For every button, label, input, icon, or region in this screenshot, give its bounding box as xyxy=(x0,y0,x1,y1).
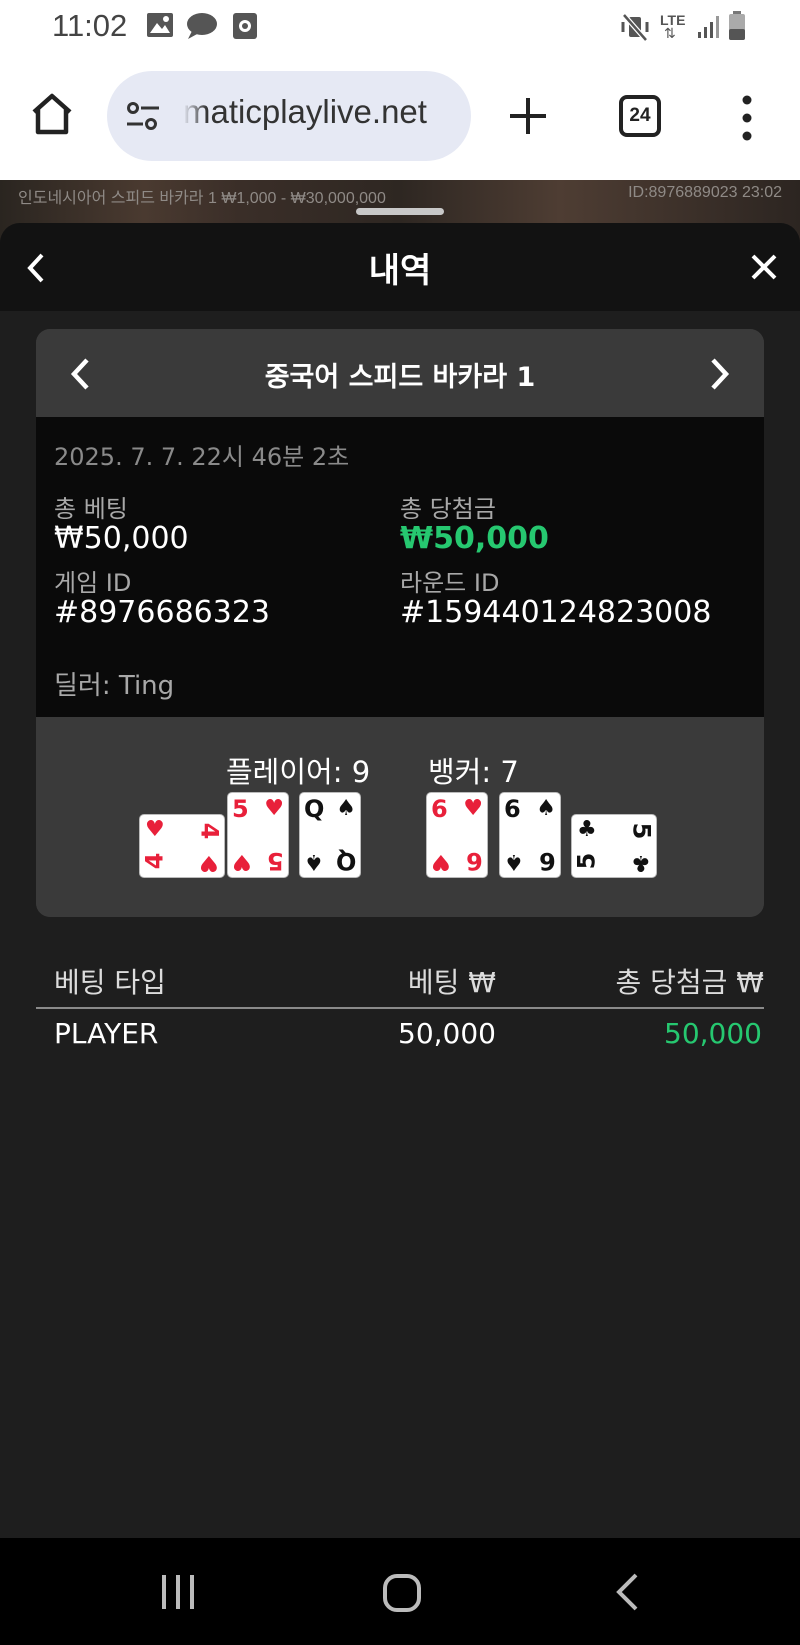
more-options-icon[interactable] xyxy=(735,94,759,142)
url-text: maticplaylive.net xyxy=(183,93,427,130)
card-suit: ♠ xyxy=(504,849,524,874)
player-card-2: 5 ♥ ♥ 5 xyxy=(228,793,288,877)
system-nav-bar xyxy=(0,1538,800,1645)
round-datetime: 2025. 7. 7. 22시 46분 2초 xyxy=(54,443,350,471)
card-rank: Q xyxy=(304,795,325,823)
card-rank: 5 xyxy=(232,795,249,823)
card-suit: ♥ xyxy=(232,849,252,874)
status-bar: 11:02 LTE ⇅ xyxy=(0,0,800,56)
card-rank: 4 xyxy=(195,822,224,840)
bets-table: 베팅 타입 베팅 ₩ 총 당첨금 ₩ PLAYER 50,000 50,000 xyxy=(36,961,764,1063)
browser-toolbar: maticplaylive.net 24 xyxy=(0,56,800,180)
card-rank: 6 xyxy=(466,847,483,875)
recent-apps-icon[interactable] xyxy=(158,1572,198,1612)
home-button-icon[interactable] xyxy=(381,1572,423,1614)
site-settings-icon[interactable] xyxy=(125,99,161,133)
round-card: 중국어 스피드 바카라 1 2025. 7. 7. 22시 46분 2초 총 베… xyxy=(36,329,764,917)
card-suit: ♠ xyxy=(304,849,324,874)
round-title: 중국어 스피드 바카라 1 xyxy=(264,362,536,393)
bet-type-cell: PLAYER xyxy=(54,1017,159,1050)
card-rank: Q xyxy=(335,847,356,875)
next-round-icon[interactable] xyxy=(708,357,732,391)
bets-table-header: 베팅 타입 베팅 ₩ 총 당첨금 ₩ xyxy=(36,961,764,1009)
sheet-header: 내역 xyxy=(0,223,800,311)
sheet-title: 내역 xyxy=(368,251,432,291)
card-suit: ♣ xyxy=(577,817,597,842)
player-card-3: Q ♠ ♠ Q xyxy=(300,793,360,877)
round-id-value: #159440124823008 xyxy=(400,595,712,630)
history-sheet: 내역 중국어 스피드 바카라 1 2025. 7. 7. 22시 46분 2초 … xyxy=(0,223,800,1538)
win-amount-header: 총 당첨금 ₩ xyxy=(615,966,764,999)
url-fade xyxy=(183,81,207,151)
game-id-value: #8976686323 xyxy=(54,595,271,630)
round-card-header: 중국어 스피드 바카라 1 xyxy=(36,329,764,417)
image-icon xyxy=(147,13,173,37)
table-info: 인도네시아어 스피드 바카라 1 ₩1,000 - ₩30,000,000 xyxy=(18,190,386,207)
tab-switcher-button[interactable]: 24 xyxy=(619,95,661,137)
url-bar[interactable]: maticplaylive.net xyxy=(107,71,471,161)
card-suit: ♥ xyxy=(199,850,219,875)
win-amount-cell: 50,000 xyxy=(664,1017,762,1050)
card-suit: ♥ xyxy=(463,796,483,821)
card-suit: ♠ xyxy=(536,796,556,821)
close-icon[interactable] xyxy=(750,253,778,281)
battery-icon xyxy=(729,11,745,40)
home-icon[interactable] xyxy=(28,90,76,138)
lte-icon: LTE ⇅ xyxy=(660,12,686,42)
banker-card-2: 6 ♠ ♠ 6 xyxy=(500,793,560,877)
card-suit: ♥ xyxy=(264,796,284,821)
game-id-label: 게임 ID xyxy=(54,569,132,597)
card-rank: 5 xyxy=(572,852,601,870)
round-id-label: 라운드 ID xyxy=(400,569,500,597)
player-card-1: ♥ 4 4 ♥ xyxy=(140,815,224,877)
round-info: 2025. 7. 7. 22시 46분 2초 총 베팅 ₩50,000 총 당첨… xyxy=(36,417,764,717)
card-rank: 4 xyxy=(140,852,169,870)
card-rank: 6 xyxy=(539,847,556,875)
status-time: 11:02 xyxy=(52,8,128,43)
card-rank: 6 xyxy=(431,795,448,823)
sheet-drag-handle[interactable] xyxy=(356,208,444,215)
table-row: PLAYER 50,000 50,000 xyxy=(36,1009,764,1063)
total-bet-label: 총 베팅 xyxy=(54,495,128,523)
card-suit: ♣ xyxy=(631,850,651,875)
card-rank: 6 xyxy=(504,795,521,823)
round-cards: 플레이어: 9 뱅커: 7 ♥ 4 4 ♥ 5 ♥ ♥ 5 Q ♠ ♠ Q 6 ♥ ♥ 6 6 ♠ ♠ 6 ♣ 5 5 ♣ xyxy=(36,717,764,917)
banker-card-1: 6 ♥ ♥ 6 xyxy=(427,793,487,877)
card-rank: 5 xyxy=(267,847,284,875)
banker-score: 뱅커: 7 xyxy=(428,755,519,789)
card-suit: ♠ xyxy=(336,796,356,821)
card-rank: 5 xyxy=(627,822,656,840)
mute-vibrate-icon xyxy=(621,13,649,42)
game-info: ID:8976889023 23:02 xyxy=(628,184,782,201)
banker-card-3: ♣ 5 5 ♣ xyxy=(572,815,656,877)
data-arrows-icon: ⇅ xyxy=(664,26,676,42)
total-bet-value: ₩50,000 xyxy=(54,521,189,556)
dealer-name: 딜러: Ting xyxy=(54,671,175,701)
card-suit: ♥ xyxy=(431,849,451,874)
back-button-icon[interactable] xyxy=(612,1572,642,1612)
bet-type-header: 베팅 타입 xyxy=(54,966,166,999)
card-suit: ♥ xyxy=(145,817,165,842)
signal-icon xyxy=(698,16,719,38)
screen-record-icon xyxy=(233,13,257,39)
player-score: 플레이어: 9 xyxy=(226,755,371,789)
chat-bubble-icon xyxy=(187,13,217,39)
new-tab-icon[interactable] xyxy=(506,94,550,138)
total-win-label: 총 당첨금 xyxy=(400,495,496,523)
bet-amount-header: 베팅 ₩ xyxy=(407,966,496,999)
bet-amount-cell: 50,000 xyxy=(398,1017,496,1050)
total-win-value: ₩50,000 xyxy=(400,521,549,556)
